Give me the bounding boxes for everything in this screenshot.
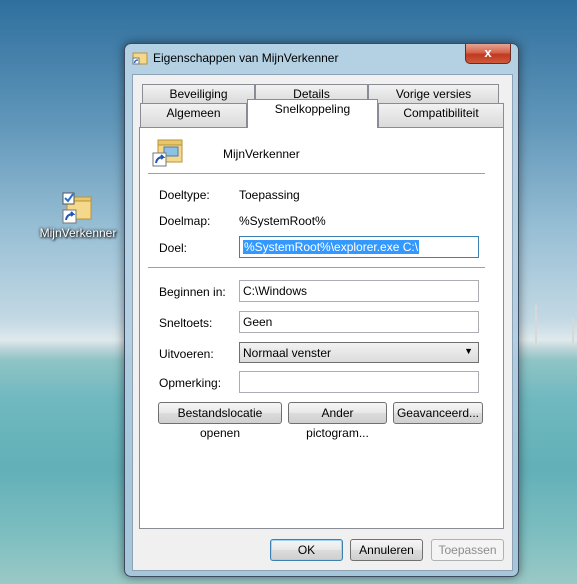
close-button[interactable]: x <box>465 44 511 64</box>
shortcut-name: MijnVerkenner <box>223 147 300 161</box>
target-input[interactable]: %SystemRoot%\explorer.exe C:\ <box>239 236 479 258</box>
dialog-client-area: Beveiliging Details Vorige versies Algem… <box>132 74 513 571</box>
window-title: Eigenschappen van MijnVerkenner <box>153 51 339 65</box>
tab-label: Beveiliging <box>169 87 228 101</box>
comment-label: Opmerking: <box>159 376 222 390</box>
tab-panel-snelkoppeling: MijnVerkenner Doeltype: Toepassing Doelm… <box>139 127 504 529</box>
separator <box>148 173 485 174</box>
tab-vorige-versies[interactable]: Vorige versies <box>368 84 499 103</box>
start-in-input[interactable]: C:\Windows <box>239 280 479 302</box>
button-label: Annuleren <box>359 543 414 557</box>
advanced-button[interactable]: Geavanceerd... <box>393 402 483 424</box>
tab-label: Snelkoppeling <box>274 102 351 116</box>
close-icon: x <box>484 45 492 60</box>
run-label: Uitvoeren: <box>159 347 214 361</box>
folder-shortcut-icon <box>152 136 184 171</box>
tab-snelkoppeling[interactable]: Snelkoppeling <box>247 99 378 128</box>
chevron-down-icon: ▼ <box>464 346 473 356</box>
desktop-shortcut-mijnverkenner[interactable]: MijnVerkenner <box>33 192 123 240</box>
button-label: Ander pictogram... <box>306 406 369 440</box>
target-location-value: %SystemRoot% <box>239 214 326 228</box>
target-type-value: Toepassing <box>239 188 300 202</box>
title-bar[interactable]: Eigenschappen van MijnVerkenner x <box>125 44 518 71</box>
button-label: Bestandslocatie openen <box>177 406 263 440</box>
button-label: OK <box>297 543 316 557</box>
tab-compatibiliteit[interactable]: Compatibiliteit <box>378 103 504 127</box>
tab-label: Compatibiliteit <box>403 106 479 120</box>
apply-button[interactable]: Toepassen <box>431 539 504 561</box>
target-label: Doel: <box>159 241 188 255</box>
folder-shortcut-icon <box>61 192 95 226</box>
properties-dialog: Eigenschappen van MijnVerkenner x Beveil… <box>124 43 519 577</box>
change-icon-button[interactable]: Ander pictogram... <box>288 402 387 440</box>
shortcut-key-label: Sneltoets: <box>159 316 213 330</box>
target-location-label: Doelmap: <box>159 214 211 228</box>
button-label: Toepassen <box>438 543 497 557</box>
open-file-location-button[interactable]: Bestandslocatie openen <box>158 402 282 440</box>
shortcut-key-input[interactable]: Geen <box>239 311 479 333</box>
separator <box>148 267 485 268</box>
tab-beveiliging[interactable]: Beveiliging <box>142 84 255 103</box>
ok-button[interactable]: OK <box>270 539 343 561</box>
sailboat-mast <box>572 318 574 346</box>
target-input-selected-text: %SystemRoot%\explorer.exe C:\ <box>243 240 420 254</box>
tab-label: Algemeen <box>166 106 221 120</box>
desktop-icon-label: MijnVerkenner <box>39 226 117 240</box>
run-select[interactable]: Normaal venster ▼ <box>239 342 479 363</box>
button-label: Geavanceerd... <box>396 406 480 420</box>
folder-shortcut-icon <box>132 51 148 65</box>
tab-label: Vorige versies <box>395 87 472 101</box>
target-type-label: Doeltype: <box>159 188 210 202</box>
sailboat-mast <box>535 305 537 345</box>
cancel-button[interactable]: Annuleren <box>350 539 423 561</box>
run-selected-value: Normaal venster <box>243 346 332 360</box>
shortcut-key-value: Geen <box>243 315 273 329</box>
comment-input[interactable] <box>239 371 479 393</box>
tab-algemeen[interactable]: Algemeen <box>140 103 247 127</box>
start-in-value: C:\Windows <box>243 284 308 298</box>
start-in-label: Beginnen in: <box>159 285 226 299</box>
